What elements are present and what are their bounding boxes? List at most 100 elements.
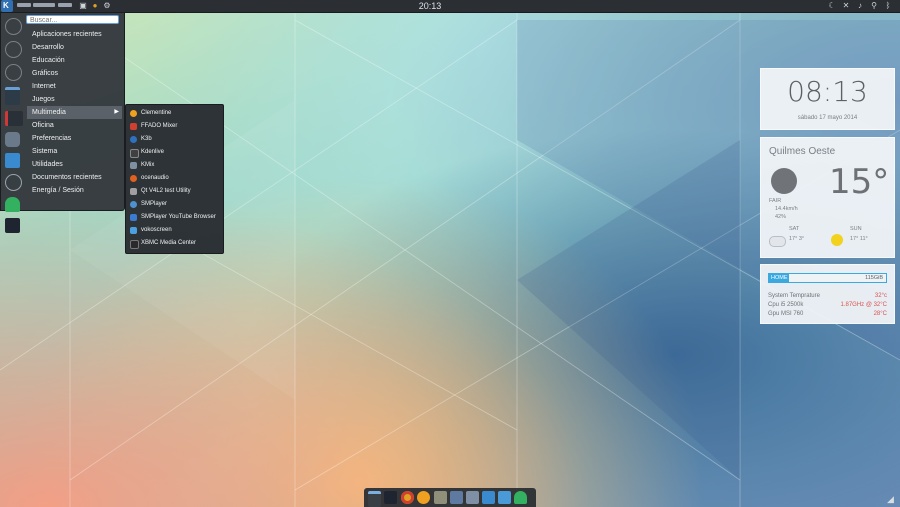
forecast-day-2-temp: 17° 11° <box>850 236 868 242</box>
menu-item-development[interactable]: Desarrollo <box>27 41 122 54</box>
submenu-item-label: XBMC Media Center <box>141 240 197 246</box>
download-icon[interactable] <box>482 491 495 504</box>
submenu-item-label: vokoscreen <box>141 227 172 233</box>
submenu-item-ocenaudio[interactable]: ocenaudio <box>129 172 223 185</box>
menu-item-system[interactable]: Sistema <box>27 145 122 158</box>
refresh-icon[interactable] <box>5 41 22 58</box>
dock <box>364 488 536 507</box>
menu-item-games[interactable]: Juegos <box>27 93 122 106</box>
sys-row-gpu: Gpu MSI 760 28°C <box>768 310 887 318</box>
system-monitor-widget[interactable]: HOME 115GiB System Temprature 32°c Cpu i5… <box>760 264 895 324</box>
ghost-icon[interactable] <box>5 197 20 212</box>
submenu-item-clementine[interactable]: Clementine <box>129 107 223 120</box>
menu-item-internet[interactable]: Internet <box>27 80 122 93</box>
submenu-item-qt-v4l2[interactable]: Qt V4L2 test Utility <box>129 185 223 198</box>
kmix-icon <box>130 162 137 169</box>
submenu-item-label: Qt V4L2 test Utility <box>141 188 191 194</box>
menu-item-label: Juegos <box>32 96 55 103</box>
matlab-icon[interactable] <box>466 491 479 504</box>
usb-icon[interactable]: ⚲ <box>869 1 879 11</box>
menu-item-label: Internet <box>32 83 56 90</box>
submenu-item-ffado[interactable]: FFADO Mixer <box>129 120 223 133</box>
cloud-icon <box>771 168 797 194</box>
terminal-icon[interactable] <box>5 87 20 105</box>
back-icon[interactable] <box>5 18 22 35</box>
disk-label: HOME <box>771 275 788 281</box>
menu-item-label: Preferencias <box>32 135 72 142</box>
submenu-item-vokoscreen[interactable]: vokoscreen <box>129 224 223 237</box>
sys-row-value: 28°C <box>873 311 887 317</box>
window-icon[interactable]: ▣ <box>78 1 88 11</box>
menu-item-label: Sistema <box>32 148 58 155</box>
desktop-toolbox-icon[interactable]: ◢ <box>887 494 897 504</box>
pager-desktop-2[interactable] <box>33 3 55 7</box>
zoom-icon[interactable] <box>5 174 22 191</box>
menu-item-education[interactable]: Educación <box>27 54 122 67</box>
weather-humidity: 42% <box>775 214 787 220</box>
task-icon[interactable]: ⚙ <box>102 1 112 11</box>
menu-item-graphics[interactable]: Gráficos <box>27 67 122 80</box>
moon-icon[interactable]: ☾ <box>827 1 837 11</box>
category-list: Aplicaciones recientes Desarrollo Educac… <box>27 28 122 197</box>
submenu-item-label: Kdenlive <box>141 149 165 155</box>
qt-v4l2-icon <box>130 188 137 195</box>
pager-desktop-1[interactable] <box>17 3 31 7</box>
st-dark-icon[interactable] <box>384 491 397 504</box>
submenu-item-smplayer[interactable]: SMPlayer <box>129 198 223 211</box>
submenu-item-smplayer-youtube[interactable]: SMPlayer YouTube Browser <box>129 211 223 224</box>
bluetooth-icon[interactable]: ᛒ <box>883 1 893 11</box>
chrome-task-icon[interactable]: ● <box>90 1 100 11</box>
submenu-item-kdenlive[interactable]: Kdenlive <box>129 146 223 159</box>
menu-item-recent-apps[interactable]: Aplicaciones recientes <box>27 28 122 41</box>
menu-item-recent-docs[interactable]: Documentos recientes <box>27 171 122 184</box>
st-icon[interactable] <box>5 153 20 168</box>
clock-icon[interactable] <box>5 64 22 81</box>
forecast-day-1-temp: 17° 3° <box>789 236 805 242</box>
submenu-item-kmix[interactable]: KMix <box>129 159 223 172</box>
gimp-icon[interactable] <box>434 491 447 504</box>
volume-icon[interactable]: ♪ <box>855 1 865 11</box>
kde-launcher-button[interactable]: K <box>1 0 13 12</box>
weather-condition: FAIR <box>769 198 782 204</box>
nautilus-icon[interactable] <box>450 491 463 504</box>
chrome-icon[interactable] <box>401 491 414 504</box>
top-panel: K ▣ ● ⚙ 20:13 ☾ ✕ ♪ ⚲ ᛒ <box>0 0 900 13</box>
menu-item-utilities[interactable]: Utilidades <box>27 158 122 171</box>
menu-item-preferences[interactable]: Preferencias <box>27 132 122 145</box>
search-input[interactable]: Buscar... <box>26 15 119 24</box>
terminal-icon[interactable] <box>368 491 381 507</box>
network-off-icon[interactable]: ✕ <box>841 1 851 11</box>
application-menu: Buscar... Aplicaciones recientes Desarro… <box>0 12 125 233</box>
sys-row-cpu: Cpu i5 2500k 1.87GHz @ 32°C <box>768 301 887 309</box>
ocenaudio-icon <box>130 175 137 182</box>
kde-logo-icon: K <box>3 1 9 10</box>
favorites-column <box>4 16 23 239</box>
menu-item-multimedia[interactable]: Multimedia ▶ <box>27 106 122 119</box>
submenu-item-label: KMix <box>141 162 155 168</box>
smplayer-icon <box>130 201 137 208</box>
submenu-item-label: K3b <box>141 136 152 142</box>
panel-clock[interactable]: 20:13 <box>400 0 460 12</box>
cloudy-icon <box>769 236 786 247</box>
clock-widget[interactable]: 08:13 sábado 17 mayo 2014 <box>760 68 895 130</box>
menu-item-office[interactable]: Oficina <box>27 119 122 132</box>
weather-city: Quilmes Oeste <box>769 146 836 157</box>
monitor-icon[interactable] <box>498 491 511 504</box>
pacman-ghost-icon[interactable] <box>514 491 527 504</box>
submenu-item-k3b[interactable]: K3b <box>129 133 223 146</box>
submenu-item-label: SMPlayer <box>141 201 168 207</box>
sys-row-value: 32°c <box>874 293 887 299</box>
clementine-icon[interactable] <box>417 491 430 504</box>
search-tool-icon[interactable] <box>5 132 20 147</box>
weather-wind: 14.4km/h <box>775 206 798 212</box>
dark-st-icon[interactable] <box>5 218 20 233</box>
menu-item-power-session[interactable]: Energía / Sesión <box>27 184 122 197</box>
submenu-item-label: ocenaudio <box>141 175 169 181</box>
weather-widget[interactable]: Quilmes Oeste 15° FAIR 14.4km/h 42% SAT … <box>760 137 895 258</box>
xbmc-icon <box>130 240 139 249</box>
pager-desktop-3[interactable] <box>58 3 72 7</box>
forecast-day-2: SUN <box>850 226 862 232</box>
vokoscreen-icon <box>130 227 137 234</box>
bookmarks-icon[interactable] <box>5 111 23 126</box>
submenu-item-xbmc[interactable]: XBMC Media Center <box>129 237 223 250</box>
